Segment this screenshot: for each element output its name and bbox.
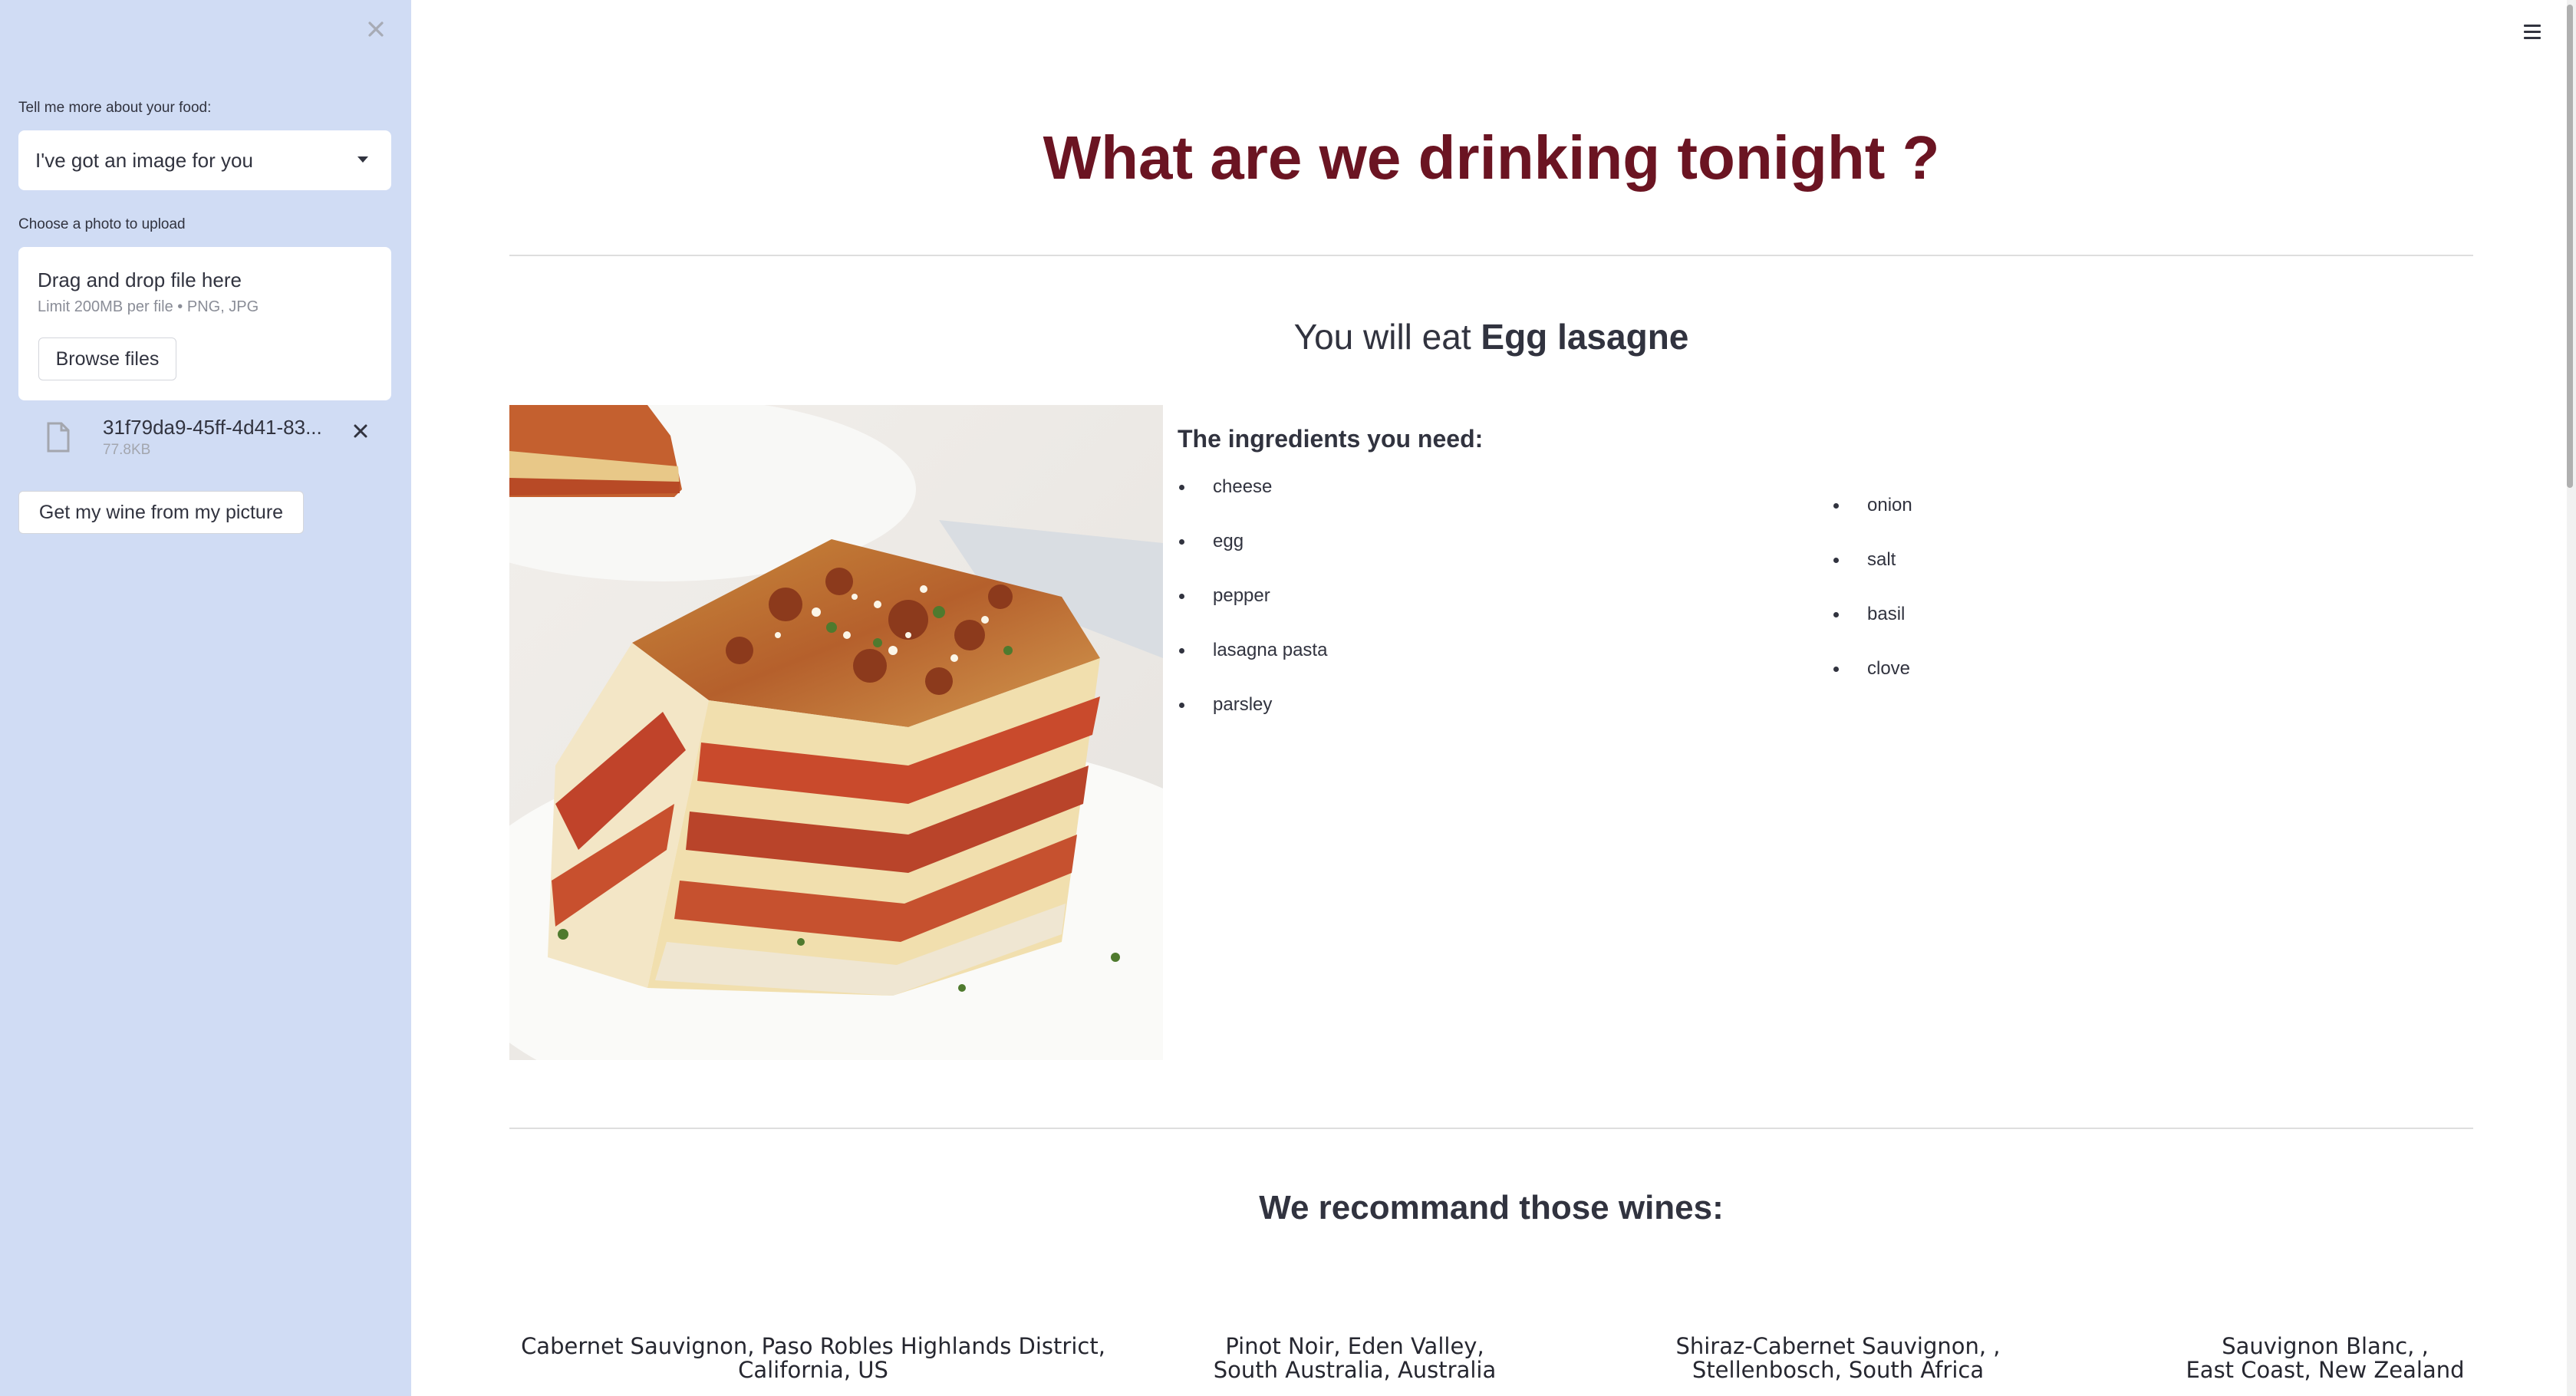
wine-line: Cabernet Sauvignon, Paso Robles Highland… — [521, 1333, 1105, 1359]
uploaded-file-name: 31f79da9-45ff-4d41-83... — [103, 416, 322, 439]
upload-label: Choose a photo to upload — [18, 216, 186, 232]
close-sidebar-button[interactable] — [364, 17, 388, 41]
dropzone-title: Drag and drop file here — [38, 268, 242, 291]
lasagne-image — [509, 405, 1163, 1060]
hamburger-menu-icon — [2524, 25, 2541, 27]
close-icon — [354, 424, 367, 438]
hamburger-menu-icon-bar — [2524, 31, 2541, 33]
scrollbar-thumb[interactable] — [2567, 5, 2573, 488]
wine-recommendation: Cabernet Sauvignon, Paso Robles Highland… — [509, 1335, 1117, 1382]
remove-file-button[interactable] — [347, 417, 374, 445]
uploaded-file-row: 31f79da9-45ff-4d41-83... 77.8KB — [18, 407, 391, 468]
dropzone-limit: Limit 200MB per file • PNG, JPG — [38, 298, 259, 315]
browse-files-button[interactable]: Browse files — [38, 337, 176, 380]
ingredient-item: lasagna pasta — [1178, 639, 1327, 693]
ingredient-item: parsley — [1178, 693, 1327, 748]
wine-recommendation: Shiraz-Cabernet Sauvignon, , Stellenbosc… — [1631, 1335, 2045, 1382]
food-select[interactable]: I've got an image for you — [18, 130, 391, 190]
ingredients-list-left: cheese egg pepper lasagna pasta parsley — [1178, 476, 1327, 748]
close-icon — [368, 21, 384, 37]
food-select-label: Tell me more about your food: — [18, 100, 212, 116]
divider — [509, 1128, 2473, 1129]
wine-line: Shiraz-Cabernet Sauvignon, , — [1675, 1333, 2001, 1359]
scrollbar[interactable] — [2567, 0, 2576, 1396]
ingredient-item: onion — [1832, 494, 1912, 548]
ingredients-list-right: onion salt basil clove — [1832, 494, 1912, 712]
wine-recommendation: Pinot Noir, Eden Valley, South Australia… — [1148, 1335, 1562, 1382]
ingredient-item: salt — [1832, 548, 1912, 603]
chevron-down-icon — [357, 156, 368, 163]
main-content: What are we drinking tonight ? You will … — [411, 0, 2576, 1396]
wine-line: Stellenbosch, South Africa — [1692, 1357, 1985, 1383]
ingredient-item: clove — [1832, 657, 1912, 712]
wine-recommendation: Sauvignon Blanc, , East Coast, New Zeala… — [2118, 1335, 2532, 1382]
page-title: What are we drinking tonight ? — [1043, 123, 1940, 192]
dish-name: Egg lasagne — [1481, 317, 1689, 357]
wine-line: California, US — [738, 1357, 888, 1383]
wines-title: We recommand those wines: — [1259, 1189, 1724, 1226]
dish-prefix: You will eat — [1293, 317, 1481, 357]
dish-heading: You will eat Egg lasagne — [411, 316, 2571, 357]
food-select-value: I've got an image for you — [35, 148, 253, 172]
file-dropzone[interactable]: Drag and drop file here Limit 200MB per … — [18, 247, 391, 400]
wine-line: Pinot Noir, Eden Valley, — [1225, 1333, 1484, 1359]
wine-line: East Coast, New Zealand — [2186, 1357, 2465, 1383]
ingredient-item: basil — [1832, 603, 1912, 657]
food-photo — [509, 405, 1163, 1060]
main-menu-button[interactable] — [2516, 18, 2547, 44]
sidebar: Tell me more about your food: I've got a… — [0, 0, 411, 1396]
file-icon — [47, 422, 70, 453]
ingredient-item: pepper — [1178, 584, 1327, 639]
wine-line: Sauvignon Blanc, , — [2222, 1333, 2429, 1359]
hamburger-menu-icon-bar — [2524, 37, 2541, 39]
ingredient-item: cheese — [1178, 476, 1327, 530]
divider — [509, 255, 2473, 256]
ingredients-title: The ingredients you need: — [1178, 425, 1484, 453]
get-wine-button[interactable]: Get my wine from my picture — [18, 491, 304, 534]
ingredient-item: egg — [1178, 530, 1327, 584]
wine-line: South Australia, Australia — [1213, 1357, 1497, 1383]
uploaded-file-size: 77.8KB — [103, 442, 151, 458]
